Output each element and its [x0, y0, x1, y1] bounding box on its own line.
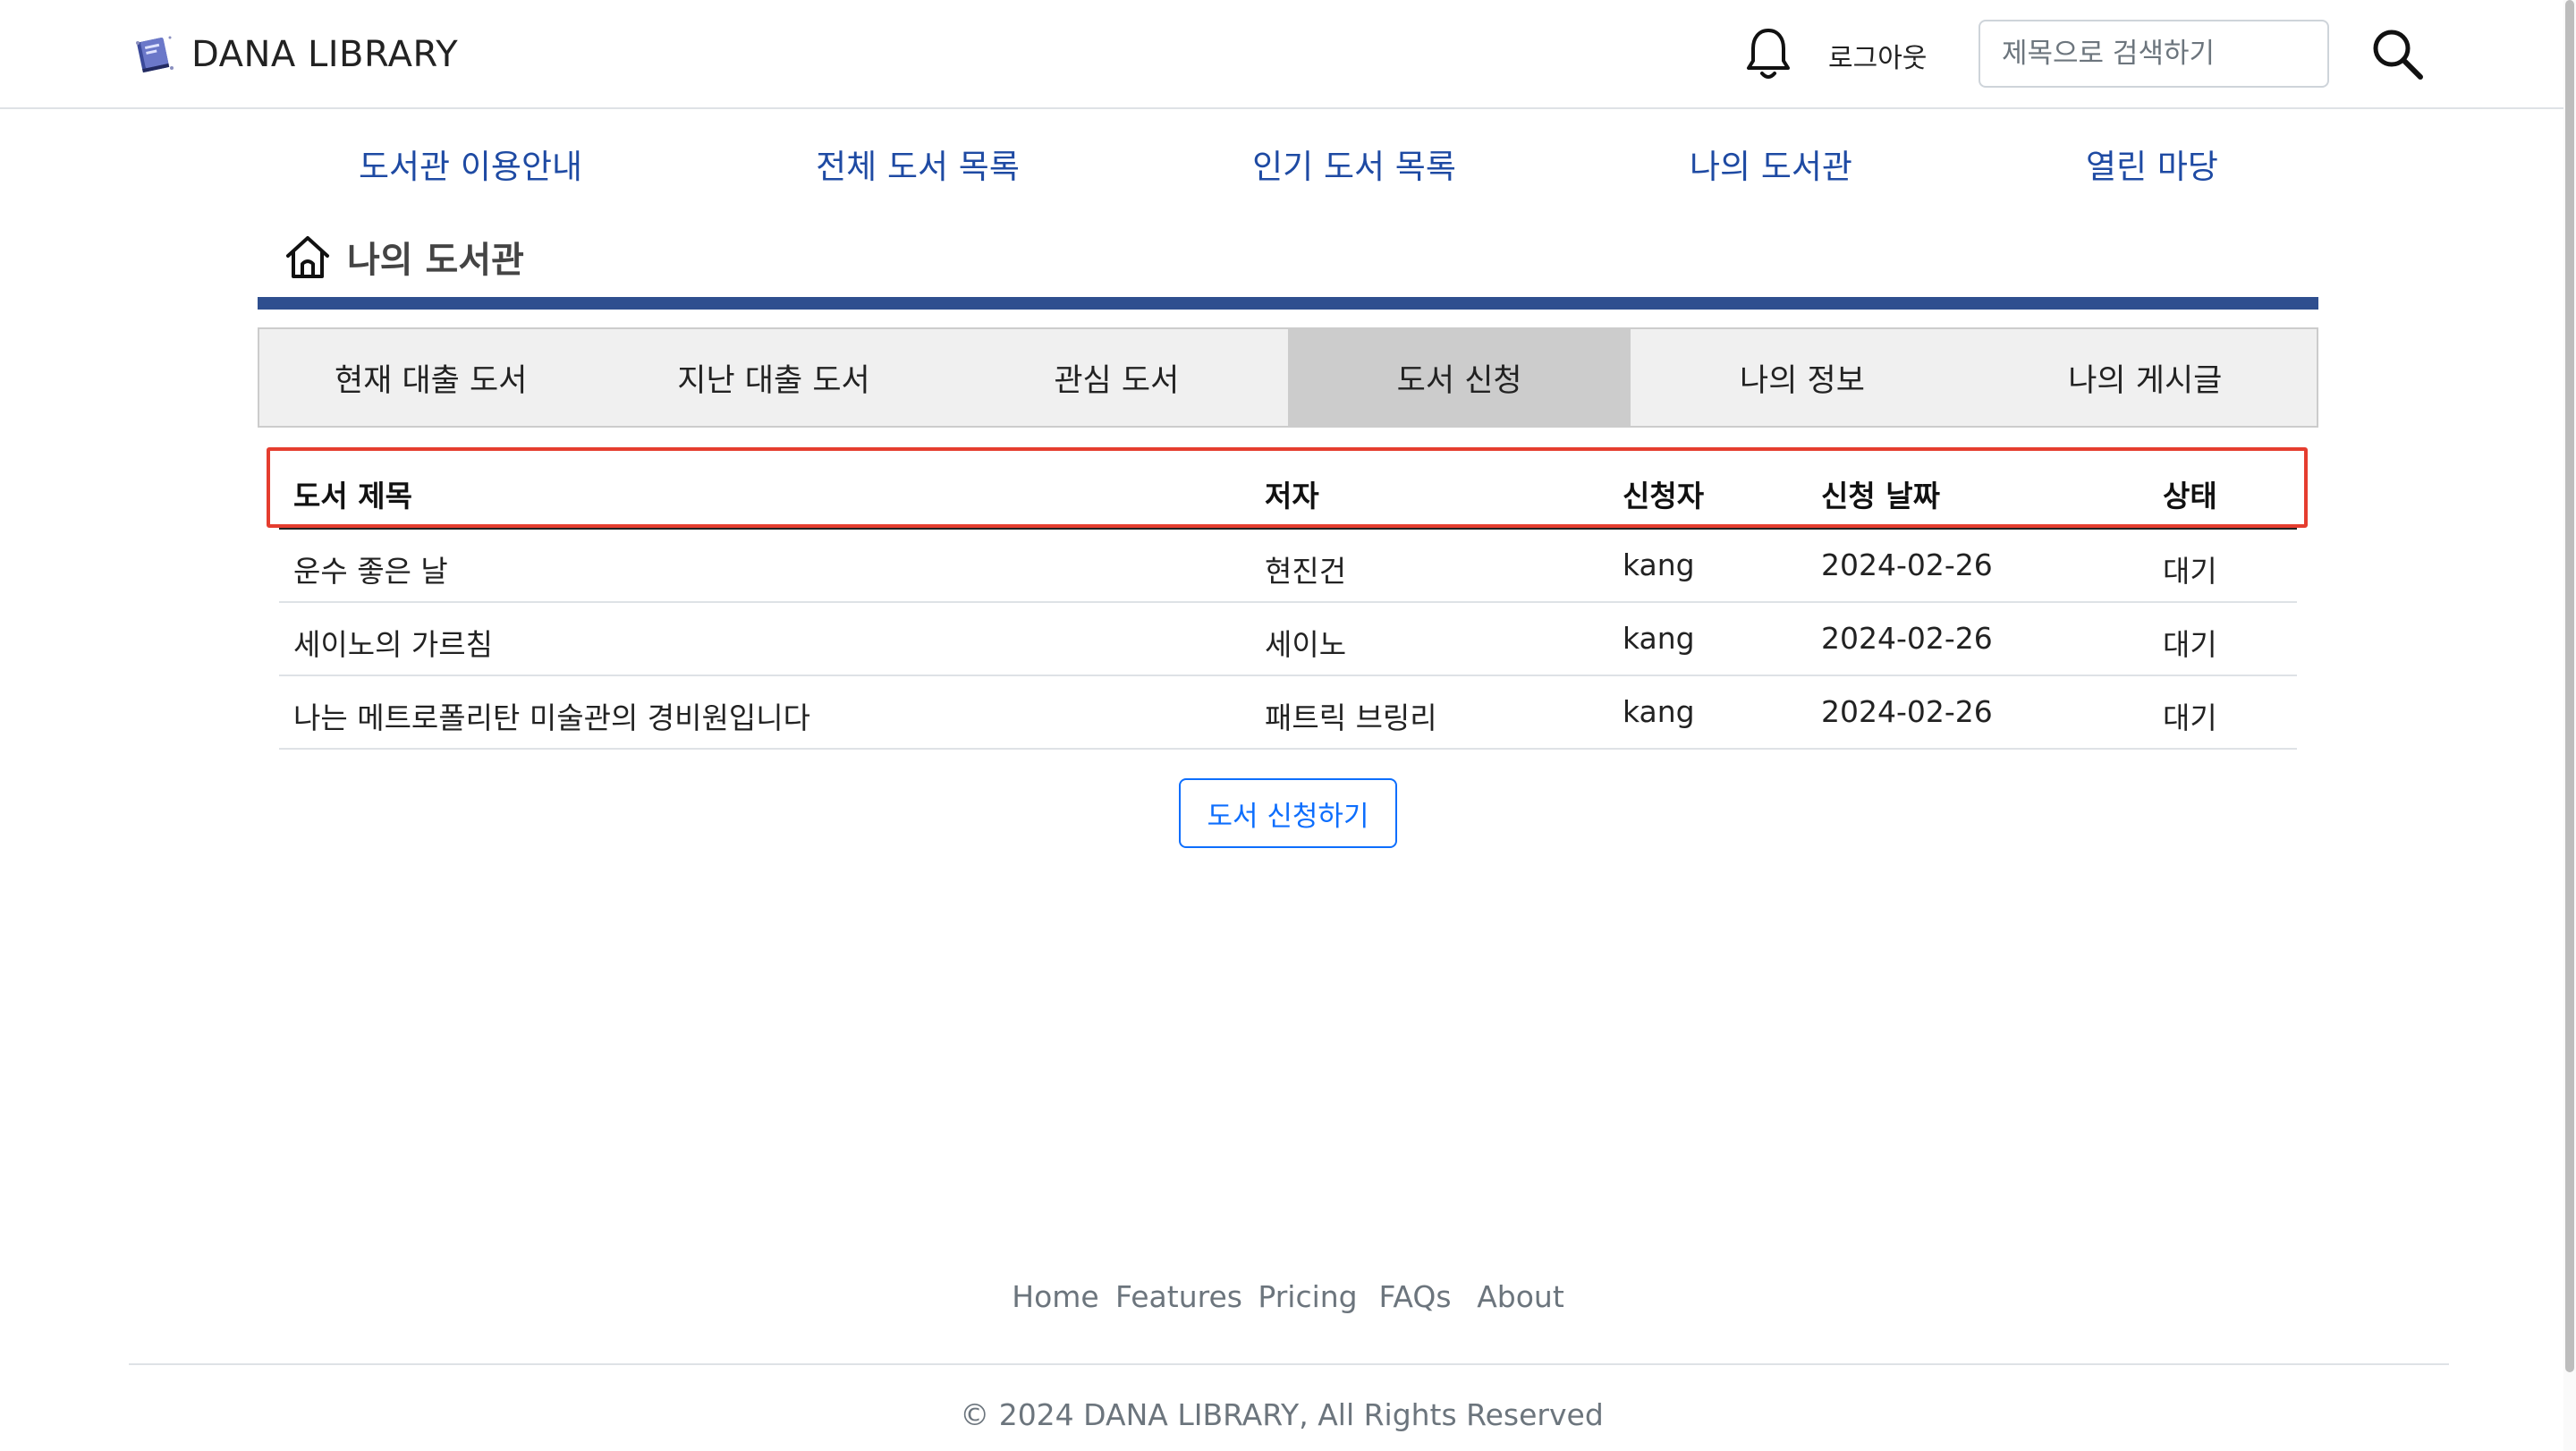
page-title-text: 나의 도서관 — [347, 240, 524, 281]
col-header-status: 상태 — [2163, 479, 2217, 513]
brand-name: DANA LIBRARY — [191, 34, 459, 75]
footer-link-about[interactable]: About — [1477, 1279, 1564, 1314]
col-header-date: 신청 날짜 — [1821, 479, 1940, 513]
nav-item-open-forum[interactable]: 열린 마당 — [2086, 140, 2218, 188]
col-header-author: 저자 — [1265, 479, 1319, 513]
footer-divider — [129, 1363, 2449, 1365]
page-title: 나의 도서관 — [283, 231, 524, 283]
logout-link[interactable]: 로그아웃 — [1828, 36, 1927, 75]
tab-wishlist[interactable]: 관심 도서 — [945, 329, 1288, 426]
table-header: 도서 제목 저자 신청자 신청 날짜 상태 — [279, 456, 2297, 530]
scrollbar-thumb[interactable] — [2565, 0, 2574, 1372]
cell-requester: kang — [1623, 694, 1695, 729]
tab-my-posts[interactable]: 나의 게시글 — [1974, 329, 2317, 426]
search-input[interactable] — [1979, 20, 2329, 88]
cell-title: 나는 메트로폴리탄 미술관의 경비원입니다 — [293, 700, 810, 735]
cell-title: 세이노의 가르침 — [293, 627, 494, 662]
bell-icon[interactable] — [1744, 25, 1792, 82]
cell-requester: kang — [1623, 547, 1695, 582]
nav-item-my-library[interactable]: 나의 도서관 — [1690, 140, 1852, 188]
cell-status: 대기 — [2163, 627, 2217, 662]
mypage-tabs: 현재 대출 도서 지난 대출 도서 관심 도서 도서 신청 나의 정보 나의 게… — [258, 327, 2318, 428]
tab-current-loans[interactable]: 현재 대출 도서 — [259, 329, 602, 426]
copyright-text: © 2024 DANA LIBRARY, All Rights Reserved — [960, 1397, 1604, 1432]
table-row: 운수 좋은 날 현진건 kang 2024-02-26 대기 — [279, 530, 2297, 603]
tab-my-info[interactable]: 나의 정보 — [1631, 329, 1973, 426]
cell-requester: kang — [1623, 621, 1695, 656]
footer-link-pricing[interactable]: Pricing — [1258, 1279, 1357, 1314]
table-row: 세이노의 가르침 세이노 kang 2024-02-26 대기 — [279, 603, 2297, 676]
col-header-title: 도서 제목 — [293, 479, 412, 513]
title-divider — [258, 297, 2318, 310]
cell-title: 운수 좋은 날 — [293, 554, 448, 589]
search-icon[interactable] — [2368, 25, 2426, 82]
cell-author: 패트릭 브링리 — [1265, 700, 1437, 735]
book-request-button[interactable]: 도서 신청하기 — [1179, 778, 1397, 848]
cell-author: 세이노 — [1265, 627, 1347, 662]
cell-date: 2024-02-26 — [1821, 547, 1993, 582]
home-icon — [286, 236, 329, 278]
footer-nav: Home Features Pricing FAQs About — [0, 1279, 2563, 1324]
footer-link-home[interactable]: Home — [1012, 1279, 1098, 1314]
site-header: DANA LIBRARY 로그아웃 — [0, 0, 2563, 109]
cell-date: 2024-02-26 — [1821, 694, 1993, 729]
cell-status: 대기 — [2163, 700, 2217, 735]
brand-logo[interactable]: DANA LIBRARY — [131, 30, 458, 79]
footer-link-faqs[interactable]: FAQs — [1378, 1279, 1451, 1314]
nav-item-popular-books[interactable]: 인기 도서 목록 — [1252, 140, 1456, 188]
request-table: 도서 제목 저자 신청자 신청 날짜 상태 운수 좋은 날 현진건 kang 2… — [279, 456, 2297, 750]
book-logo-icon — [136, 36, 174, 73]
tab-past-loans[interactable]: 지난 대출 도서 — [602, 329, 945, 426]
table-row: 나는 메트로폴리탄 미술관의 경비원입니다 패트릭 브링리 kang 2024-… — [279, 676, 2297, 750]
cell-author: 현진건 — [1265, 554, 1347, 589]
cell-status: 대기 — [2163, 554, 2217, 589]
tab-book-request[interactable]: 도서 신청 — [1287, 329, 1631, 426]
footer-link-features[interactable]: Features — [1115, 1279, 1242, 1314]
nav-item-all-books[interactable]: 전체 도서 목록 — [816, 140, 1020, 188]
cell-date: 2024-02-26 — [1821, 621, 1993, 656]
nav-item-guide[interactable]: 도서관 이용안내 — [359, 140, 582, 188]
col-header-requester: 신청자 — [1623, 479, 1705, 513]
main-nav: 도서관 이용안내 전체 도서 목록 인기 도서 목록 나의 도서관 열린 마당 — [0, 140, 2563, 186]
